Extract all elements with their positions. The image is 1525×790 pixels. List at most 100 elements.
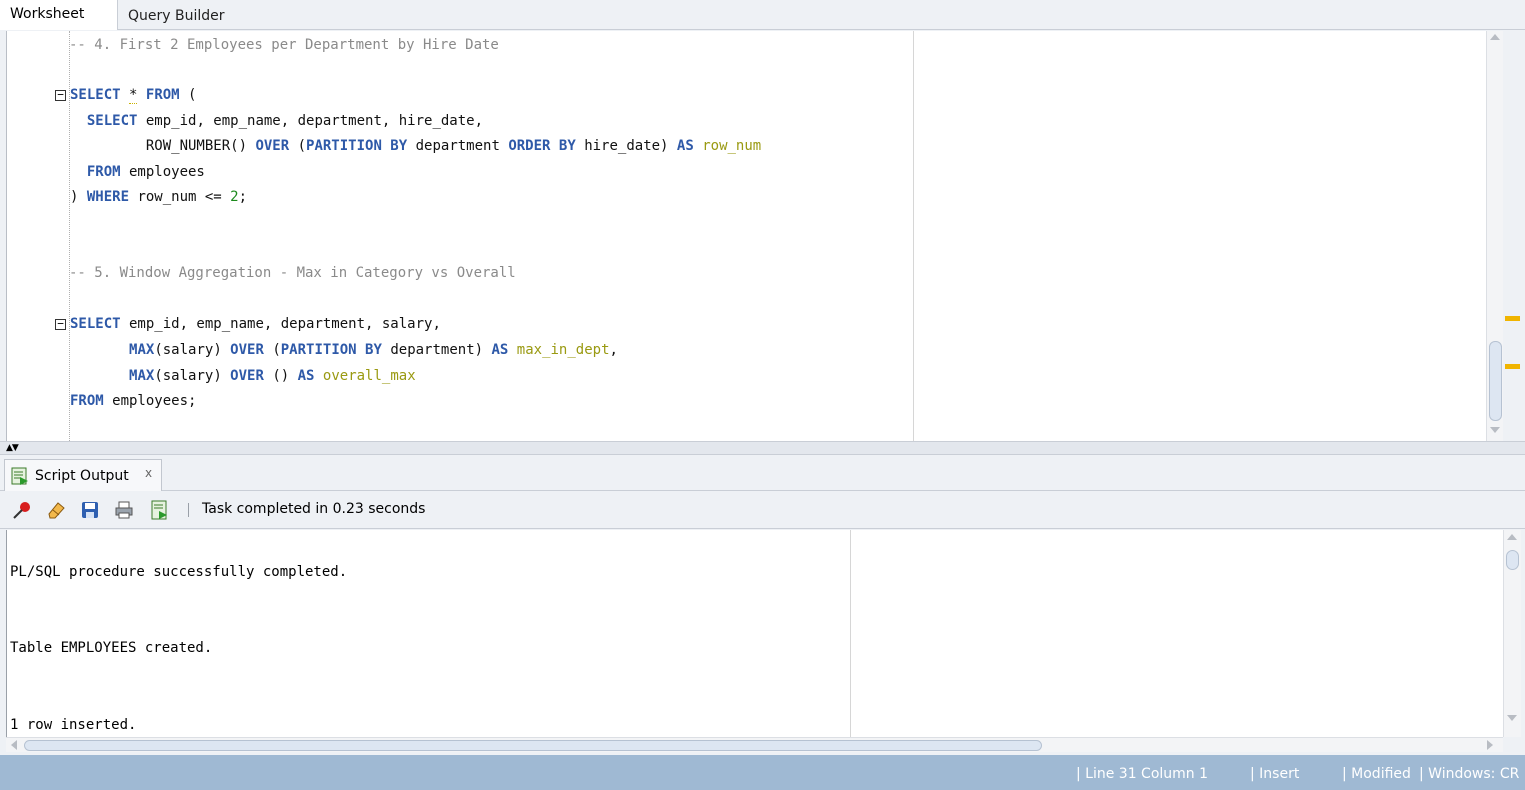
- code-token: (): [263, 368, 298, 384]
- code-token: ORDER BY: [508, 138, 576, 154]
- code-line[interactable]: FROM employees;: [70, 391, 196, 411]
- output-toolbar: Task completed in 0.23 seconds: [0, 491, 1525, 529]
- collapse-icon[interactable]: −: [55, 89, 66, 101]
- marker-gutter: [1503, 31, 1525, 441]
- code-token: FROM: [86, 164, 121, 180]
- toolbar-separator: [188, 503, 189, 517]
- editor-vertical-scrollbar[interactable]: [1486, 31, 1503, 441]
- code-token: emp_id, emp_name, department, hire_date,: [137, 113, 484, 129]
- output-line: PL/SQL procedure successfully completed.: [10, 564, 348, 580]
- tab-label: Script Output: [35, 468, 129, 484]
- code-token: SELECT: [70, 87, 121, 103]
- code-token: FROM: [145, 87, 180, 103]
- tab-worksheet[interactable]: Worksheet: [0, 0, 118, 30]
- scroll-thumb[interactable]: [1506, 550, 1519, 570]
- output-horizontal-scrollbar[interactable]: [6, 737, 1503, 752]
- modified-status: | Modified: [1342, 766, 1411, 782]
- code-token: -- 5. Window Aggregation - Max in Catego…: [69, 265, 516, 281]
- scroll-right-icon[interactable]: [1487, 740, 1493, 750]
- code-token: (salary): [154, 368, 231, 384]
- sql-editor[interactable]: − − -- 4. First 2 Employees per Departme…: [6, 31, 1503, 441]
- line-ending-status: | Windows: CR: [1419, 766, 1520, 782]
- collapse-icon[interactable]: −: [55, 318, 66, 330]
- scroll-down-icon[interactable]: [1490, 427, 1500, 433]
- code-token: FROM: [70, 393, 104, 409]
- scroll-thumb[interactable]: [1489, 341, 1502, 421]
- output-tabbar: Script Output x: [0, 455, 1525, 491]
- status-bar: | Line 31 Column 1 | Insert | Modified |…: [0, 755, 1525, 790]
- code-token: 2: [230, 189, 239, 205]
- print-icon[interactable]: [114, 500, 134, 520]
- code-token: PARTITION BY: [280, 342, 382, 358]
- code-token: overall_max: [322, 368, 416, 384]
- code-token: employees: [120, 164, 205, 180]
- code-line[interactable]: ) WHERE row_num <= 2;: [70, 187, 247, 207]
- save-icon[interactable]: [80, 500, 100, 520]
- code-token: (: [179, 87, 197, 103]
- code-token: hire_date): [575, 138, 677, 154]
- code-token: AS: [676, 138, 694, 154]
- code-token: SELECT: [86, 113, 138, 129]
- open-output-icon[interactable]: [150, 500, 170, 520]
- cursor-position: | Line 31 Column 1: [1076, 766, 1209, 782]
- code-token: row_num <=: [129, 189, 231, 205]
- code-line[interactable]: MAX(salary) OVER () AS overall_max: [70, 366, 416, 386]
- code-token: MAX: [129, 342, 155, 358]
- code-line[interactable]: MAX(salary) OVER (PARTITION BY departmen…: [70, 340, 618, 360]
- code-token: AS: [297, 368, 315, 384]
- scroll-thumb[interactable]: [24, 740, 1042, 751]
- code-token: employees;: [103, 393, 197, 409]
- code-line[interactable]: SELECT * FROM (: [70, 85, 196, 105]
- eraser-icon[interactable]: [46, 500, 66, 520]
- code-token: PARTITION BY: [306, 138, 408, 154]
- code-token: AS: [491, 342, 509, 358]
- code-token: row_num: [702, 138, 762, 154]
- code-line[interactable]: -- 4. First 2 Employees per Department b…: [69, 35, 499, 55]
- code-token: ROW_NUMBER(): [70, 138, 256, 154]
- code-token: OVER: [255, 138, 290, 154]
- split-arrows-icon[interactable]: ▲▼: [6, 444, 19, 453]
- edit-mode: | Insert: [1250, 766, 1300, 782]
- code-token: MAX: [129, 368, 155, 384]
- output-line: Table EMPLOYEES created.: [10, 640, 213, 656]
- right-margin-line: [850, 530, 851, 737]
- script-output-text[interactable]: PL/SQL procedure successfully completed.…: [6, 530, 1503, 737]
- tab-query-builder[interactable]: Query Builder: [118, 0, 235, 30]
- close-icon[interactable]: x: [145, 466, 152, 480]
- code-token: WHERE: [86, 189, 130, 205]
- code-line[interactable]: SELECT emp_id, emp_name, department, sal…: [70, 314, 441, 334]
- task-status: Task completed in 0.23 seconds: [202, 501, 426, 517]
- code-token: emp_id, emp_name, department, salary,: [120, 316, 441, 332]
- tab-script-output[interactable]: Script Output x: [4, 459, 162, 491]
- scroll-down-icon[interactable]: [1507, 715, 1517, 721]
- code-line[interactable]: -- 5. Window Aggregation - Max in Catego…: [69, 263, 516, 283]
- code-line[interactable]: ROW_NUMBER() OVER (PARTITION BY departme…: [70, 136, 761, 156]
- scroll-up-icon[interactable]: [1490, 34, 1500, 40]
- code-token: OVER: [230, 342, 264, 358]
- right-margin-line: [913, 31, 914, 441]
- output-vertical-scrollbar[interactable]: [1503, 530, 1521, 737]
- pin-icon[interactable]: [12, 500, 32, 520]
- scroll-left-icon[interactable]: [11, 740, 17, 750]
- warning-marker[interactable]: [1505, 364, 1520, 369]
- panel-splitter[interactable]: ▲▼: [0, 441, 1525, 455]
- code-line[interactable]: SELECT emp_id, emp_name, department, hir…: [70, 111, 483, 131]
- scroll-up-icon[interactable]: [1507, 534, 1517, 540]
- code-token: max_in_dept: [516, 342, 610, 358]
- code-token: ): [70, 189, 87, 205]
- code-line[interactable]: FROM employees: [70, 162, 205, 182]
- code-token: (: [289, 138, 307, 154]
- code-token: (salary): [154, 342, 231, 358]
- code-token: ,: [609, 342, 618, 358]
- code-token: department): [381, 342, 492, 358]
- code-token: (: [263, 342, 281, 358]
- warning-marker[interactable]: [1505, 316, 1520, 321]
